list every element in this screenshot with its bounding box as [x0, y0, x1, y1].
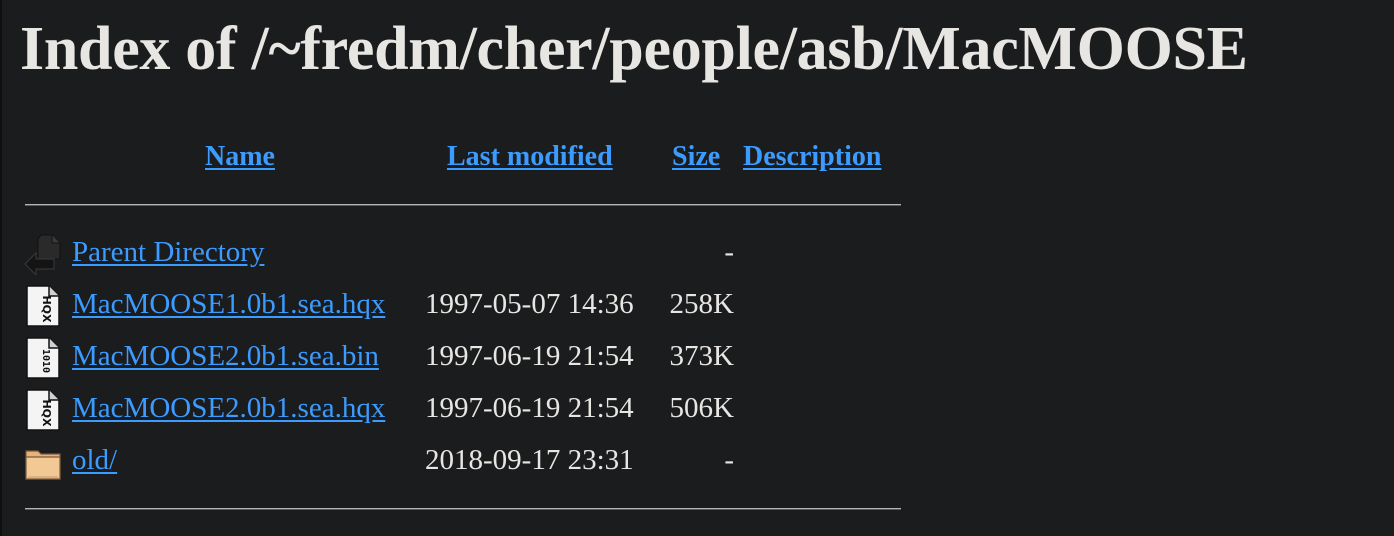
folder-link[interactable]: old/ [72, 443, 117, 477]
parent-directory-link[interactable]: Parent Directory [72, 235, 264, 269]
sort-by-name-link[interactable]: Name [205, 140, 275, 174]
file-size: - [724, 444, 734, 476]
file-link[interactable]: MacMOOSE1.0b1.sea.hqx [72, 287, 385, 321]
svg-text:HQX: HQX [40, 295, 53, 323]
modified-date: 1997-05-07 14:36 [425, 288, 634, 320]
table-row: 1010 MacMOOSE2.0b1.sea.bin 1997-06-19 21… [0, 334, 900, 380]
table-row: Parent Directory - [0, 230, 900, 276]
hqx-file-icon: HQX [26, 389, 60, 431]
hqx-file-icon: HQX [26, 285, 60, 327]
sort-by-description-link[interactable]: Description [743, 140, 881, 174]
footer-divider [25, 508, 901, 510]
folder-icon [25, 450, 61, 480]
directory-listing-page: Index of /~fredm/cher/people/asb/MacMOOS… [0, 0, 1394, 536]
file-size: 373K [669, 340, 734, 372]
sort-by-last-modified-link[interactable]: Last modified [447, 140, 613, 174]
file-size: 258K [669, 288, 734, 320]
page-title: Index of /~fredm/cher/people/asb/MacMOOS… [20, 15, 1248, 83]
file-link[interactable]: MacMOOSE2.0b1.sea.bin [72, 339, 379, 373]
header-divider [25, 204, 901, 206]
file-size: 506K [669, 392, 734, 424]
file-link[interactable]: MacMOOSE2.0b1.sea.hqx [72, 391, 385, 425]
back-arrow-icon [24, 234, 61, 275]
table-row: HQX MacMOOSE1.0b1.sea.hqx 1997-05-07 14:… [0, 282, 900, 328]
file-size: - [724, 236, 734, 268]
sort-by-size-link[interactable]: Size [672, 140, 720, 174]
table-row: HQX MacMOOSE2.0b1.sea.hqx 1997-06-19 21:… [0, 386, 900, 432]
binary-file-icon: 1010 [26, 337, 60, 379]
svg-text:HQX: HQX [40, 399, 53, 427]
modified-date: 1997-06-19 21:54 [425, 340, 634, 372]
svg-text:1010: 1010 [40, 349, 51, 373]
modified-date: 2018-09-17 23:31 [425, 444, 634, 476]
modified-date: 1997-06-19 21:54 [425, 392, 634, 424]
table-row: old/ 2018-09-17 23:31 - [0, 438, 900, 484]
